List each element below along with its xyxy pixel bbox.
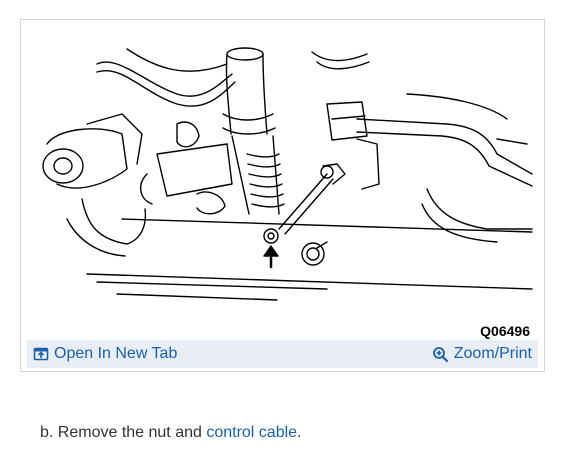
open-in-new-tab-label: Open In New Tab: [54, 345, 178, 362]
magnifier-icon: [432, 346, 449, 363]
step-text-suffix: .: [297, 424, 302, 441]
procedure-step: b. Remove the nut and control cable.: [40, 424, 302, 442]
figure-inner: Q06496: [27, 24, 538, 359]
zoom-print-label: Zoom/Print: [453, 345, 532, 362]
step-text-prefix: b. Remove the nut and: [40, 424, 207, 441]
open-in-new-tab-icon: [33, 346, 49, 362]
figure-container: Q06496 Open In New Tab Zoom/Print: [20, 19, 545, 372]
figure-code: Q06496: [480, 323, 530, 339]
mechanical-illustration: [42, 47, 533, 301]
figure-action-bar: Open In New Tab Zoom/Print: [27, 340, 538, 368]
control-cable-link[interactable]: control cable: [206, 424, 297, 441]
zoom-print-link[interactable]: Zoom/Print: [432, 345, 532, 363]
open-in-new-tab-link[interactable]: Open In New Tab: [33, 345, 177, 363]
